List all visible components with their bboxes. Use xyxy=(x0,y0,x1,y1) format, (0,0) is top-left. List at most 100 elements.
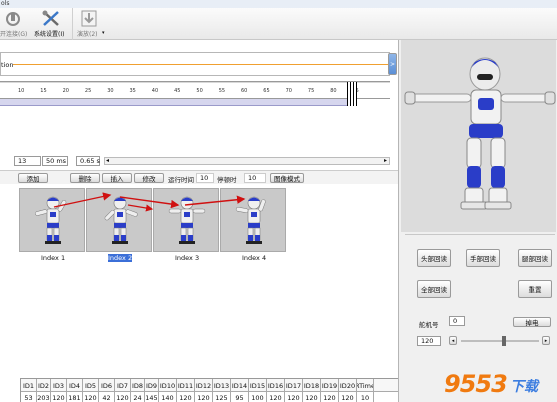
leg-readback-button[interactable]: 腿部回读 xyxy=(518,249,552,267)
robot-pose-image xyxy=(168,196,206,244)
run-time-field[interactable]: 10 xyxy=(196,173,214,183)
table-header-cell: RTime xyxy=(357,379,374,392)
table-cell[interactable]: 140 xyxy=(159,392,177,402)
ruler-tick-label: 45 xyxy=(174,88,181,94)
title-bar-fragment: ols xyxy=(0,0,557,8)
timeline-track[interactable]: tion xyxy=(0,52,390,76)
head-readback-button[interactable]: 头部回读 xyxy=(417,249,451,267)
table-cell[interactable]: 145 xyxy=(145,392,159,402)
image-mode-button[interactable]: 图像模式 xyxy=(270,173,304,183)
hand-readback-button[interactable]: 手部回读 xyxy=(466,249,500,267)
table-header-cell: ID10 xyxy=(159,379,177,392)
scroll-right-icon[interactable]: ▸ xyxy=(384,157,387,164)
robot-pose-image xyxy=(104,196,138,244)
add-button[interactable]: 添加 xyxy=(18,173,48,183)
title-text: ols xyxy=(1,0,10,7)
table-cell[interactable]: 203 xyxy=(37,392,51,402)
timeline-line xyxy=(13,64,389,65)
frame-thumbnail[interactable] xyxy=(19,188,85,252)
table-header-cell: ID3 xyxy=(51,379,67,392)
frame-thumbnail[interactable] xyxy=(220,188,286,252)
table-cell[interactable]: 181 xyxy=(67,392,83,402)
horizontal-scrollbar[interactable]: ◂ ▸ xyxy=(104,157,390,165)
table-cell[interactable]: 100 xyxy=(249,392,267,402)
ruler-tick-label: 80 xyxy=(330,88,337,94)
scroll-left-icon[interactable]: ◂ xyxy=(106,157,109,164)
frame-thumbnail[interactable] xyxy=(86,188,152,252)
frame-seconds-field[interactable]: 0.65 s xyxy=(76,156,100,166)
ruler-tick-label: 50 xyxy=(196,88,203,94)
table-row[interactable]: 53 203 120 181 120 42 120 24 145 140 120 120 125 95 10… xyxy=(21,392,399,402)
table-header-cell: ID6 xyxy=(99,379,115,392)
table-cell[interactable]: 120 xyxy=(83,392,99,402)
modify-button[interactable]: 修改 xyxy=(134,173,164,183)
connect-icon xyxy=(6,12,20,26)
table-header-cell: ID20 xyxy=(339,379,357,392)
table-cell[interactable]: 120 xyxy=(267,392,285,402)
ruler-tick-label: 75 xyxy=(307,88,315,94)
table-cell[interactable]: 120 xyxy=(177,392,195,402)
frame-ms-field[interactable]: 50 ms xyxy=(42,156,68,166)
table-cell[interactable]: 53 xyxy=(21,392,37,402)
servo-decrement-button[interactable]: ◂ xyxy=(449,336,457,345)
watermark-number: 9553 xyxy=(444,370,508,398)
table-header-cell: ID5 xyxy=(83,379,99,392)
pause-field[interactable]: 10 xyxy=(244,173,266,183)
import-label: 演放(2) xyxy=(77,31,98,38)
frame-number-field[interactable]: 13 xyxy=(14,156,41,166)
frame-label[interactable]: Index 3 xyxy=(175,254,199,262)
table-header-cell: ID17 xyxy=(285,379,303,392)
table-header-row: ID1 ID2 ID3 ID4 ID5 ID6 ID7 ID8 ID9 ID10 ID11 ID12 I… xyxy=(21,379,399,392)
system-settings-label: 系统设置(I) xyxy=(34,31,65,38)
table-header-cell: ID8 xyxy=(131,379,145,392)
table-cell[interactable]: 42 xyxy=(99,392,115,402)
robot-3d-view[interactable] xyxy=(401,40,556,232)
all-readback-button[interactable]: 全部回读 xyxy=(417,280,451,298)
delete-button[interactable]: 删除 xyxy=(70,173,100,183)
run-time-label: 运行时间 xyxy=(168,176,194,184)
table-header-cell: ID7 xyxy=(115,379,131,392)
connect-button[interactable]: 开连接(G) xyxy=(0,8,32,40)
table-header-cell: ID9 xyxy=(145,379,159,392)
table-cell[interactable]: 95 xyxy=(231,392,249,402)
frame-label[interactable]: Index 2 xyxy=(108,254,133,262)
servo-id-field[interactable]: 0 xyxy=(449,316,465,326)
frame-label[interactable]: Index 4 xyxy=(242,254,266,262)
table-header-cell: ID18 xyxy=(303,379,321,392)
reset-button[interactable]: 重置 xyxy=(518,280,552,298)
timeline-expand-button[interactable]: > xyxy=(388,53,397,75)
table-header-cell: ID1 xyxy=(21,379,37,392)
pause-label: 停顿时 xyxy=(217,176,237,184)
table-cell[interactable]: 24 xyxy=(131,392,145,402)
dropdown-arrow-icon[interactable]: ▾ xyxy=(102,30,105,36)
servo-increment-button[interactable]: ▸ xyxy=(542,336,550,345)
system-settings-button[interactable]: 系统设置(I) xyxy=(32,8,70,40)
servo-table: ID1 ID2 ID3 ID4 ID5 ID6 ID7 ID8 ID9 ID10 ID11 ID12 I… xyxy=(20,378,399,402)
table-cell[interactable]: 125 xyxy=(213,392,231,402)
table-cell[interactable]: 120 xyxy=(321,392,339,402)
watermark-text: 下载 xyxy=(510,379,538,395)
timeline-end-marker xyxy=(347,82,357,106)
import-button[interactable]: 演放(2) ▾ xyxy=(72,8,106,40)
toolbar: 开连接(G) 系统设置(I) 演放(2) ▾ xyxy=(0,8,557,40)
table-cell[interactable]: 120 xyxy=(339,392,357,402)
power-off-button[interactable]: 掉电 xyxy=(513,317,551,327)
table-header-cell: ID13 xyxy=(213,379,231,392)
servo-slider[interactable] xyxy=(461,336,539,346)
servo-value-field[interactable]: 120 xyxy=(417,336,441,346)
ruler-tick-label: 15 xyxy=(40,88,47,94)
right-panel: 头部回读 手部回读 腿部回读 全部回读 重置 舵机号 0 掉电 120 ◂ ▸ xyxy=(398,40,557,402)
table-cell[interactable]: 120 xyxy=(285,392,303,402)
frame-label[interactable]: Index 1 xyxy=(41,254,65,262)
timeline-ruler: 10152025303540455055606570758085 xyxy=(0,81,390,99)
table-cell[interactable]: 120 xyxy=(195,392,213,402)
table-cell[interactable]: 10 xyxy=(357,392,374,402)
table-cell[interactable]: 120 xyxy=(51,392,67,402)
table-cell[interactable]: 120 xyxy=(303,392,321,402)
insert-button[interactable]: 插入 xyxy=(102,173,132,183)
table-cell[interactable]: 120 xyxy=(115,392,131,402)
frame-thumbnail[interactable] xyxy=(153,188,219,252)
servo-slider-thumb[interactable] xyxy=(501,336,506,346)
ruler-tick-label: 10 xyxy=(18,88,25,94)
watermark: 9553 下载 xyxy=(444,368,557,402)
